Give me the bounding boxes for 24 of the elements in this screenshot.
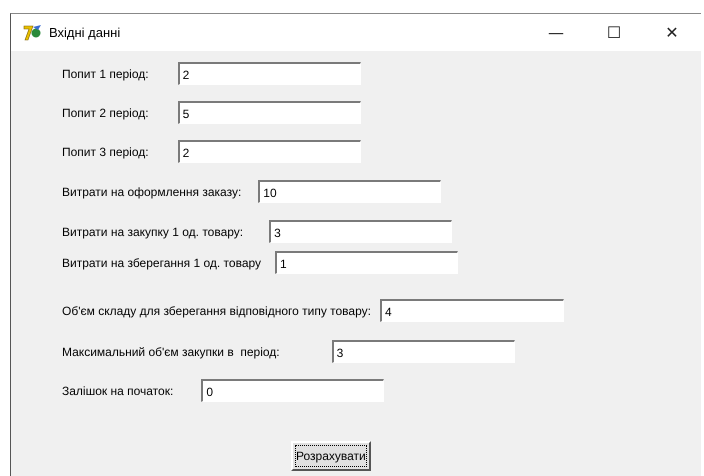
window-title: Вхідні данні [49, 25, 120, 40]
field-label: Об'єм складу для зберегання відповідного типу товару: [62, 304, 371, 318]
field-label: Залішок на початок: [62, 384, 174, 398]
input-field[interactable]: 4 [380, 299, 564, 322]
minimize-button[interactable]: — [527, 14, 585, 50]
field-label: Витрати на зберегання 1 од. товару [62, 256, 262, 270]
input-field[interactable]: 5 [178, 101, 361, 124]
field-label: Попит 2 період: [62, 106, 149, 120]
input-field[interactable]: 10 [258, 180, 442, 203]
input-field[interactable]: 1 [275, 251, 458, 274]
field-label: Попит 1 період: [62, 66, 149, 80]
field-label: Витрати на оформлення заказу: [62, 184, 242, 198]
field-label: Максимальний об'єм закупки в період: [62, 344, 280, 358]
input-field[interactable]: 3 [332, 340, 515, 363]
input-field[interactable]: 0 [201, 379, 384, 402]
field-label: Витрати на закупку 1 од. товару: [62, 224, 244, 238]
calculate-button[interactable]: Розрахувати [291, 441, 371, 471]
input-field[interactable]: 2 [178, 140, 361, 163]
field-label: Попит 3 період: [62, 144, 149, 158]
maximize-button[interactable]: ☐ [585, 14, 643, 50]
close-button[interactable]: ✕ [643, 14, 701, 50]
input-field[interactable]: 2 [178, 62, 361, 85]
app-icon [23, 24, 43, 42]
input-field[interactable]: 3 [269, 220, 452, 243]
